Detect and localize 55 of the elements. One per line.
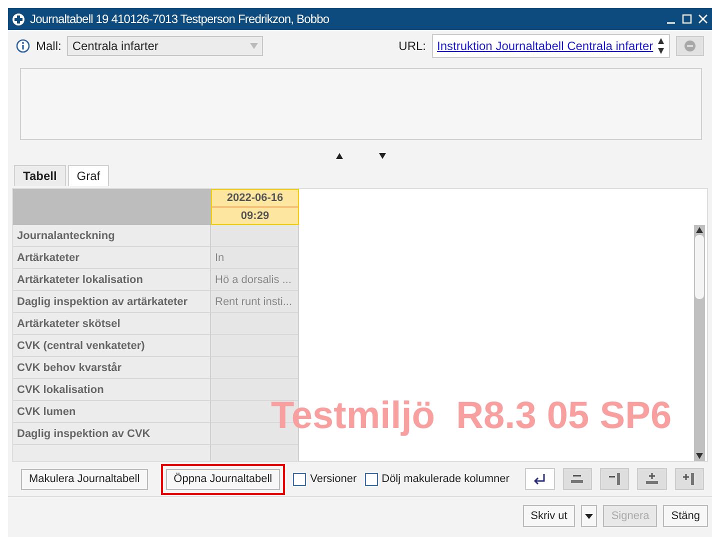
- plus-bar-icon: [645, 473, 659, 485]
- scroll-thumb[interactable]: [695, 235, 704, 299]
- row-label: Artärkateter skötsel: [13, 313, 211, 335]
- template-label: Mall:: [36, 39, 62, 53]
- tab[interactable]: Tabell: [14, 165, 66, 186]
- print-button[interactable]: Skriv ut: [522, 505, 576, 527]
- minus-column-icon: [608, 473, 622, 485]
- row-label: Daglig inspektion av CVK: [13, 423, 211, 445]
- url-link[interactable]: Instruktion Journaltabell Centrala infarter: [437, 39, 654, 53]
- row-label: Artärkateter: [13, 247, 211, 269]
- environment-label: Testmiljö R8.3 05 SP6: [271, 395, 672, 437]
- table-cell: Rent runt insti...: [211, 291, 299, 313]
- close-icon[interactable]: [698, 14, 708, 24]
- scroll-down-icon[interactable]: [696, 453, 703, 459]
- footer-button[interactable]: Stäng: [663, 505, 708, 527]
- app-icon: [12, 12, 25, 26]
- maximize-icon[interactable]: [682, 14, 692, 24]
- down-arrow-icon[interactable]: [379, 153, 386, 159]
- table-cell: Hö a dorsalis ...: [211, 269, 299, 291]
- action-button[interactable]: Öppna Journaltabell: [166, 468, 280, 490]
- print-menu-button[interactable]: [581, 505, 598, 527]
- row-label: Daglig inspektion av artärkateter: [13, 291, 211, 313]
- row-label: CVK (central venkateter): [13, 335, 211, 357]
- checkbox-label: Versioner: [310, 473, 357, 485]
- row-label: CVK behov kvarstår: [13, 357, 211, 379]
- action-button[interactable]: Makulera Journaltabell: [21, 468, 148, 490]
- up-arrow-icon[interactable]: [336, 153, 343, 159]
- minus-bar-icon: [570, 474, 584, 484]
- toolbar-button[interactable]: [600, 468, 630, 490]
- table-cell: In: [211, 247, 299, 269]
- checkbox[interactable]: [364, 472, 378, 486]
- row-label: Artärkateter lokalisation: [13, 269, 211, 291]
- stop-icon: [684, 40, 696, 52]
- toolbar-button[interactable]: [674, 468, 704, 490]
- url-label: URL:: [398, 39, 426, 53]
- date-column-header[interactable]: 2022-06-16 09:29: [211, 189, 299, 225]
- row-label: CVK lumen: [13, 401, 211, 423]
- dropdown-arrow-icon: [250, 43, 258, 49]
- info-icon[interactable]: [16, 39, 30, 53]
- caret-icon: [585, 514, 594, 518]
- toolbar-button[interactable]: [562, 468, 592, 490]
- plus-column-icon: [682, 473, 696, 485]
- checkbox-label: Dölj makulerade kolumner: [382, 473, 510, 485]
- spinner-arrows-icon[interactable]: [657, 37, 665, 55]
- scrollbar[interactable]: [694, 225, 705, 461]
- window-title: Journaltabell 19 410126-7013 Testperson Fredrikzon, Bobbo: [30, 12, 330, 26]
- row-label: CVK lokalisation: [13, 379, 211, 401]
- toolbar-button[interactable]: [637, 468, 667, 490]
- tab[interactable]: Graf: [68, 165, 110, 186]
- checkbox[interactable]: [293, 472, 306, 486]
- insert-button[interactable]: [525, 468, 555, 490]
- template-dropdown[interactable]: Centrala infarter: [67, 36, 264, 56]
- row-label: Journalanteckning: [13, 225, 211, 247]
- url-field[interactable]: Instruktion Journaltabell Centrala infarter: [432, 34, 670, 58]
- scroll-up-icon[interactable]: [696, 227, 703, 233]
